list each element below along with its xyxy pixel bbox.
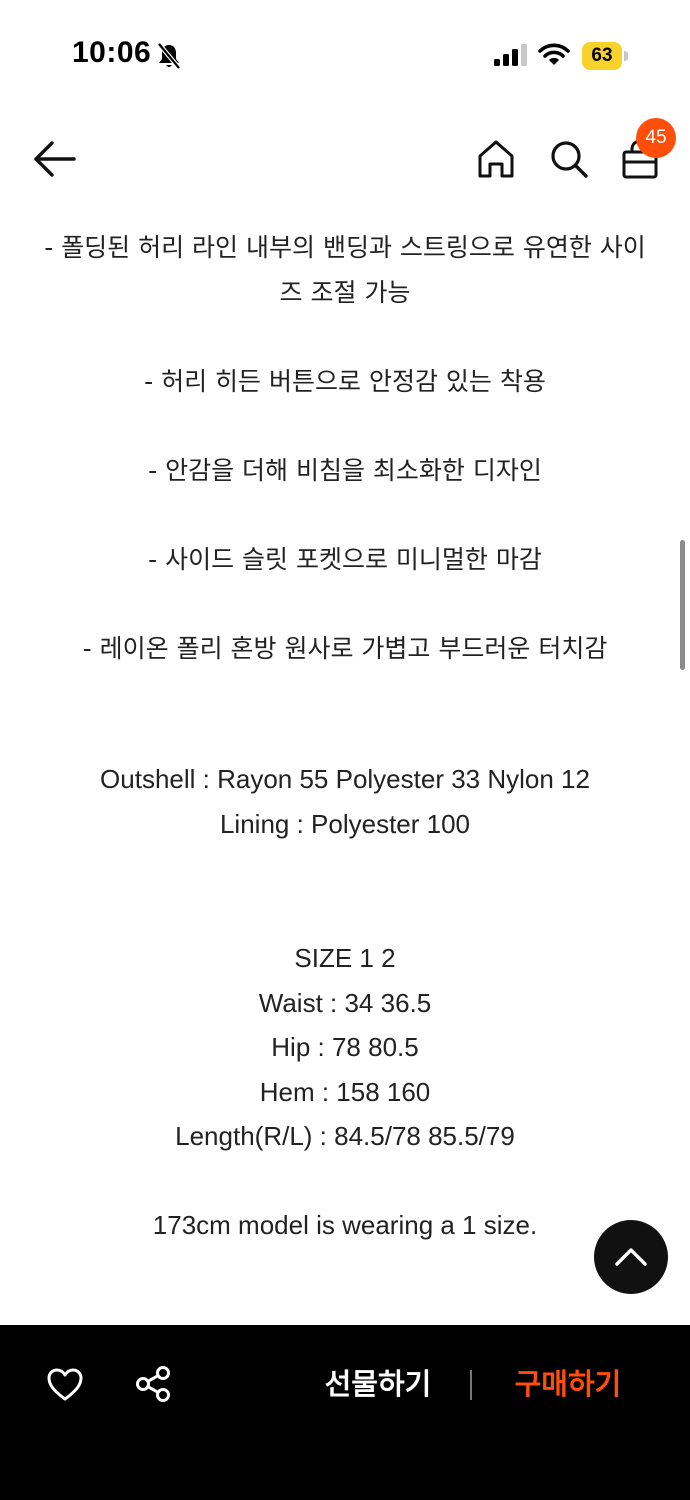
signal-icon (494, 44, 527, 66)
product-detail-content: - 폴딩된 허리 라인 내부의 밴딩과 스트링으로 유연한 사이 즈 조절 가능… (0, 210, 690, 1325)
detail-line: - 허리 히든 버튼으로 안정감 있는 착용 (144, 367, 546, 396)
bottom-action-bar: 선물하기 구매하기 (0, 1325, 690, 1500)
status-bar: 10:06 63 (0, 0, 690, 100)
gift-button[interactable]: 선물하기 (316, 1361, 440, 1407)
status-time: 10:06 (72, 36, 152, 69)
wifi-icon (538, 43, 570, 65)
scrollbar-thumb[interactable] (680, 540, 685, 670)
detail-line: - 사이드 슬릿 포켓으로 미니멀한 마감 (148, 545, 542, 574)
chevron-up-icon (615, 1248, 647, 1266)
battery-icon: 63 (582, 42, 628, 70)
home-icon[interactable] (476, 138, 516, 180)
material-outshell: Outshell : Rayon 55 Polyester 33 Nylon 1… (100, 764, 590, 794)
detail-line: - 폴딩된 허리 라인 내부의 밴딩과 스트링으로 유연한 사이 (44, 233, 646, 262)
buy-button[interactable]: 구매하기 (506, 1361, 630, 1407)
size-hip: Hip : 78 80.5 (271, 1032, 419, 1062)
scroll-to-top-button[interactable] (594, 1220, 668, 1294)
size-header: SIZE 1 2 (294, 943, 396, 973)
material-lining: Lining : Polyester 100 (219, 809, 471, 839)
battery-level: 63 (582, 42, 622, 70)
size-hem: Hem : 158 160 (259, 1077, 431, 1107)
battery-cap (624, 51, 628, 61)
bell-slash-icon (157, 42, 181, 70)
nav-bar (0, 110, 690, 210)
bar-divider (470, 1370, 472, 1400)
detail-line: - 레이온 폴리 혼방 원사로 가볍고 부드러운 터치감 (82, 634, 608, 663)
detail-line: 즈 조절 가능 (279, 278, 411, 307)
detail-line: - 안감을 더해 비침을 최소화한 디자인 (148, 456, 542, 485)
cart-count-badge: 45 (636, 118, 676, 158)
size-length: Length(R/L) : 84.5/78 85.5/79 (175, 1121, 515, 1151)
share-icon[interactable] (134, 1365, 172, 1403)
size-waist: Waist : 34 36.5 (258, 988, 432, 1018)
back-arrow-icon[interactable] (28, 136, 80, 182)
search-icon[interactable] (548, 138, 590, 180)
heart-icon[interactable] (46, 1367, 84, 1403)
model-info: 173cm model is wearing a 1 size. (152, 1210, 538, 1240)
